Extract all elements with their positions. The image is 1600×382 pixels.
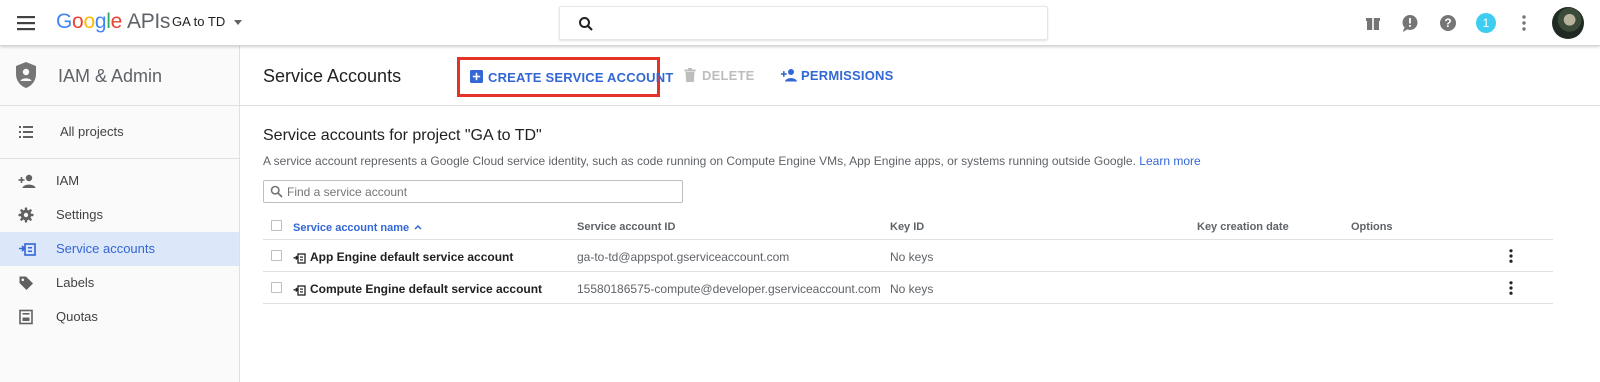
sidebar-item-label: IAM — [56, 173, 80, 188]
hamburger-menu-icon[interactable] — [14, 11, 40, 35]
column-header-options: Options — [1351, 221, 1393, 233]
permissions-button-label: PERMISSIONS — [801, 68, 894, 83]
main-content: Service Accounts CREATE SERVICE ACCOUNT … — [240, 46, 1600, 382]
person-add-icon — [781, 68, 797, 85]
shield-icon — [14, 61, 38, 94]
project-selector[interactable]: GA to TD — [172, 14, 243, 29]
more-vert-icon[interactable] — [1514, 13, 1534, 33]
add-box-icon — [470, 70, 483, 86]
section-title: Service accounts for project "GA to TD" — [263, 127, 542, 144]
quota-icon — [18, 309, 34, 330]
table-header-row: Service account name Service account ID … — [263, 214, 1553, 240]
sidebar-item-labels[interactable]: Labels — [0, 266, 239, 300]
search-input[interactable] — [606, 13, 1036, 35]
row-more-vert-icon[interactable] — [1503, 280, 1519, 296]
sidebar-header: IAM & Admin — [0, 46, 239, 106]
sidebar-item-label: Service accounts — [56, 241, 155, 256]
service-account-icon — [18, 241, 36, 262]
column-header-name[interactable]: Service account name — [293, 221, 422, 234]
service-account-icon — [293, 252, 306, 267]
svg-text:?: ? — [1444, 16, 1451, 30]
description-body: A service account represents a Google Cl… — [263, 154, 1136, 168]
column-header-key-date[interactable]: Key creation date — [1197, 221, 1289, 233]
list-icon — [18, 124, 34, 145]
key-id-cell: No keys — [890, 250, 934, 264]
service-account-icon — [293, 284, 306, 299]
account-id-cell: 15580186575-compute@developer.gserviceac… — [577, 282, 881, 296]
gift-icon[interactable] — [1363, 13, 1383, 33]
top-bar: Google APIs GA to TD ? 1 — [0, 0, 1600, 46]
description-text: A service account represents a Google Cl… — [263, 154, 1201, 168]
account-id-cell: ga-to-td@appspot.gserviceaccount.com — [577, 250, 790, 264]
label-tag-icon — [18, 275, 34, 296]
row-more-vert-icon[interactable] — [1503, 248, 1519, 264]
table-row[interactable]: App Engine default service account ga-to… — [263, 240, 1553, 272]
notifications-badge[interactable]: 1 — [1476, 13, 1496, 33]
help-icon[interactable]: ? — [1438, 13, 1458, 33]
search-icon — [578, 16, 594, 37]
service-accounts-table: Service account name Service account ID … — [263, 214, 1553, 304]
sidebar-item-label: Settings — [56, 207, 103, 222]
search-bar[interactable] — [559, 6, 1048, 40]
account-name: App Engine default service account — [310, 250, 514, 264]
row-checkbox[interactable] — [271, 282, 282, 293]
delete-button[interactable]: DELETE — [684, 60, 754, 92]
table-row[interactable]: Compute Engine default service account 1… — [263, 272, 1553, 304]
row-checkbox[interactable] — [271, 250, 282, 261]
person-add-icon — [18, 173, 36, 194]
sidebar-item-all-projects[interactable]: All projects — [0, 115, 239, 149]
permissions-button[interactable]: PERMISSIONS — [781, 60, 894, 92]
caret-down-icon — [234, 20, 243, 26]
trash-icon — [684, 68, 696, 85]
feedback-icon[interactable] — [1400, 13, 1420, 33]
sidebar-item-label: All projects — [60, 124, 124, 139]
column-header-key-id[interactable]: Key ID — [890, 221, 924, 233]
filter-bar[interactable] — [263, 180, 683, 203]
learn-more-link[interactable]: Learn more — [1139, 154, 1200, 168]
create-service-account-button[interactable]: CREATE SERVICE ACCOUNT — [457, 57, 673, 97]
filter-input[interactable] — [287, 183, 677, 200]
page-title: Service Accounts — [263, 66, 402, 86]
sidebar-item-service-accounts[interactable]: Service accounts — [0, 232, 239, 266]
delete-button-label: DELETE — [702, 68, 755, 83]
sidebar-divider — [0, 158, 239, 159]
sidebar-item-label: Quotas — [56, 309, 98, 324]
create-button-label: CREATE SERVICE ACCOUNT — [488, 70, 674, 85]
project-name: GA to TD — [172, 14, 226, 29]
select-all-checkbox[interactable] — [271, 220, 282, 231]
sidebar-item-quotas[interactable]: Quotas — [0, 300, 239, 334]
action-bar: Service Accounts CREATE SERVICE ACCOUNT … — [240, 46, 1600, 106]
sidebar: IAM & Admin All projects IAM Settings Se… — [0, 46, 240, 382]
user-avatar[interactable] — [1552, 7, 1584, 39]
column-header-id[interactable]: Service account ID — [577, 221, 675, 233]
search-icon — [270, 185, 283, 203]
column-header-label: Service account name — [293, 222, 410, 234]
account-name-cell[interactable]: Compute Engine default service account — [293, 282, 542, 299]
sidebar-item-settings[interactable]: Settings — [0, 198, 239, 232]
sidebar-item-label: Labels — [56, 275, 95, 290]
gear-icon — [18, 207, 34, 228]
google-apis-logo[interactable]: Google APIs — [56, 10, 170, 34]
key-id-cell: No keys — [890, 282, 934, 296]
account-name-cell[interactable]: App Engine default service account — [293, 250, 513, 267]
account-name: Compute Engine default service account — [310, 282, 543, 296]
sort-ascending-icon — [414, 221, 422, 233]
sidebar-title: IAM & Admin — [58, 66, 163, 86]
sidebar-item-iam[interactable]: IAM — [0, 164, 239, 198]
